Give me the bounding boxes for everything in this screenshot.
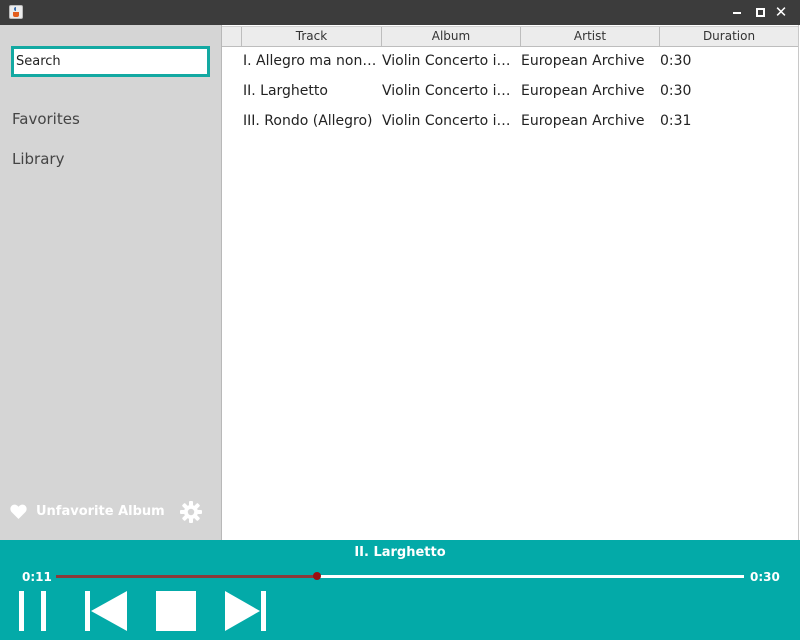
pause-icon[interactable] [18,591,48,631]
column-header-album[interactable]: Album [381,27,520,46]
now-playing-title: II. Larghetto [354,545,446,560]
artist-cell: European Archive [521,113,645,129]
table-row[interactable]: II. Larghetto Violin Concerto in D major… [222,76,798,106]
table-row[interactable]: I. Allegro ma non troppo Violin Concerto… [222,46,798,76]
seek-bar[interactable] [56,572,744,580]
heart-icon [10,504,27,519]
track-cell: III. Rondo (Allegro) [243,113,373,129]
sidebar-item-favorites[interactable]: Favorites [12,110,80,128]
column-header-duration[interactable]: Duration [659,27,798,46]
skip-previous-icon[interactable] [85,591,127,631]
table-header: Track Album Artist Duration [222,26,798,47]
table-header-corner [222,27,241,46]
track-cell: I. Allegro ma non troppo [243,53,377,69]
java-app-icon [9,5,23,19]
column-header-track[interactable]: Track [241,27,381,46]
maximize-button[interactable] [751,3,769,21]
title-bar: ✕ [0,0,800,25]
duration-cell: 0:31 [660,113,692,129]
album-cell: Violin Concerto in D major [382,53,514,69]
stop-icon[interactable] [155,591,197,631]
duration-cell: 0:30 [660,53,692,69]
track-table: Track Album Artist Duration I. Allegro m… [222,25,799,540]
gear-icon[interactable] [179,500,203,524]
table-row[interactable]: III. Rondo (Allegro) Violin Concerto in … [222,106,798,136]
artist-cell: European Archive [521,53,645,69]
sidebar-item-library[interactable]: Library [12,150,64,168]
sidebar: Favorites Library Unfavorite Album [0,25,222,540]
column-header-artist[interactable]: Artist [520,27,659,46]
close-button[interactable]: ✕ [772,3,790,21]
album-cell: Violin Concerto in D major [382,83,514,99]
duration-cell: 0:30 [660,83,692,99]
search-input[interactable] [11,46,210,77]
minimize-button[interactable] [728,3,746,21]
track-cell: II. Larghetto [243,83,328,99]
seek-handle[interactable] [313,572,322,580]
player-bar: II. Larghetto 0:11 0:30 [0,540,800,640]
seek-bar-played [56,575,318,578]
album-cell: Violin Concerto in D major [382,113,514,129]
unfavorite-album-label: Unfavorite Album [36,503,165,519]
artist-cell: European Archive [521,83,645,99]
skip-next-icon[interactable] [225,591,267,631]
total-time: 0:30 [750,570,780,584]
unfavorite-album-button[interactable]: Unfavorite Album [10,501,165,521]
elapsed-time: 0:11 [22,570,52,584]
